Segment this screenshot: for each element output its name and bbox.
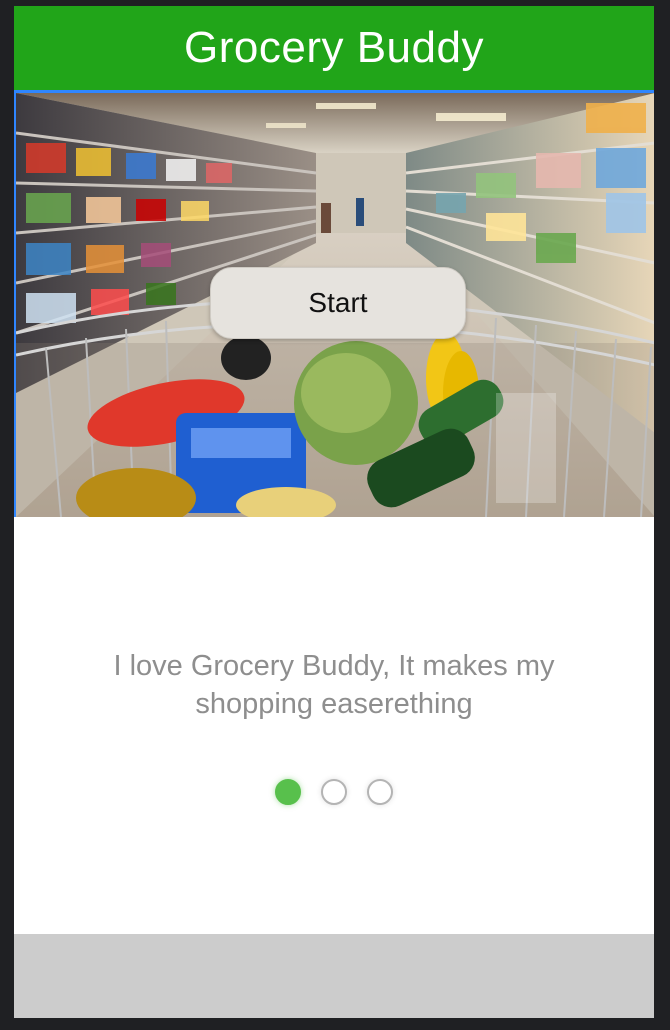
page-dot-1[interactable] [275, 779, 301, 805]
page-dot-2[interactable] [321, 779, 347, 805]
onboarding-section: I love Grocery Buddy, It makes my shoppi… [14, 517, 654, 935]
app-screen: Grocery Buddy Start I love Grocery Buddy… [14, 6, 654, 1018]
page-dot-3[interactable] [367, 779, 393, 805]
app-header: Grocery Buddy [14, 6, 654, 90]
start-button[interactable]: Start [210, 267, 466, 339]
app-title: Grocery Buddy [184, 23, 484, 72]
bottom-bar [14, 934, 654, 1018]
page-indicator [14, 779, 654, 805]
testimonial-text: I love Grocery Buddy, It makes my shoppi… [113, 650, 555, 720]
hero-image-panel: Start [14, 90, 654, 520]
